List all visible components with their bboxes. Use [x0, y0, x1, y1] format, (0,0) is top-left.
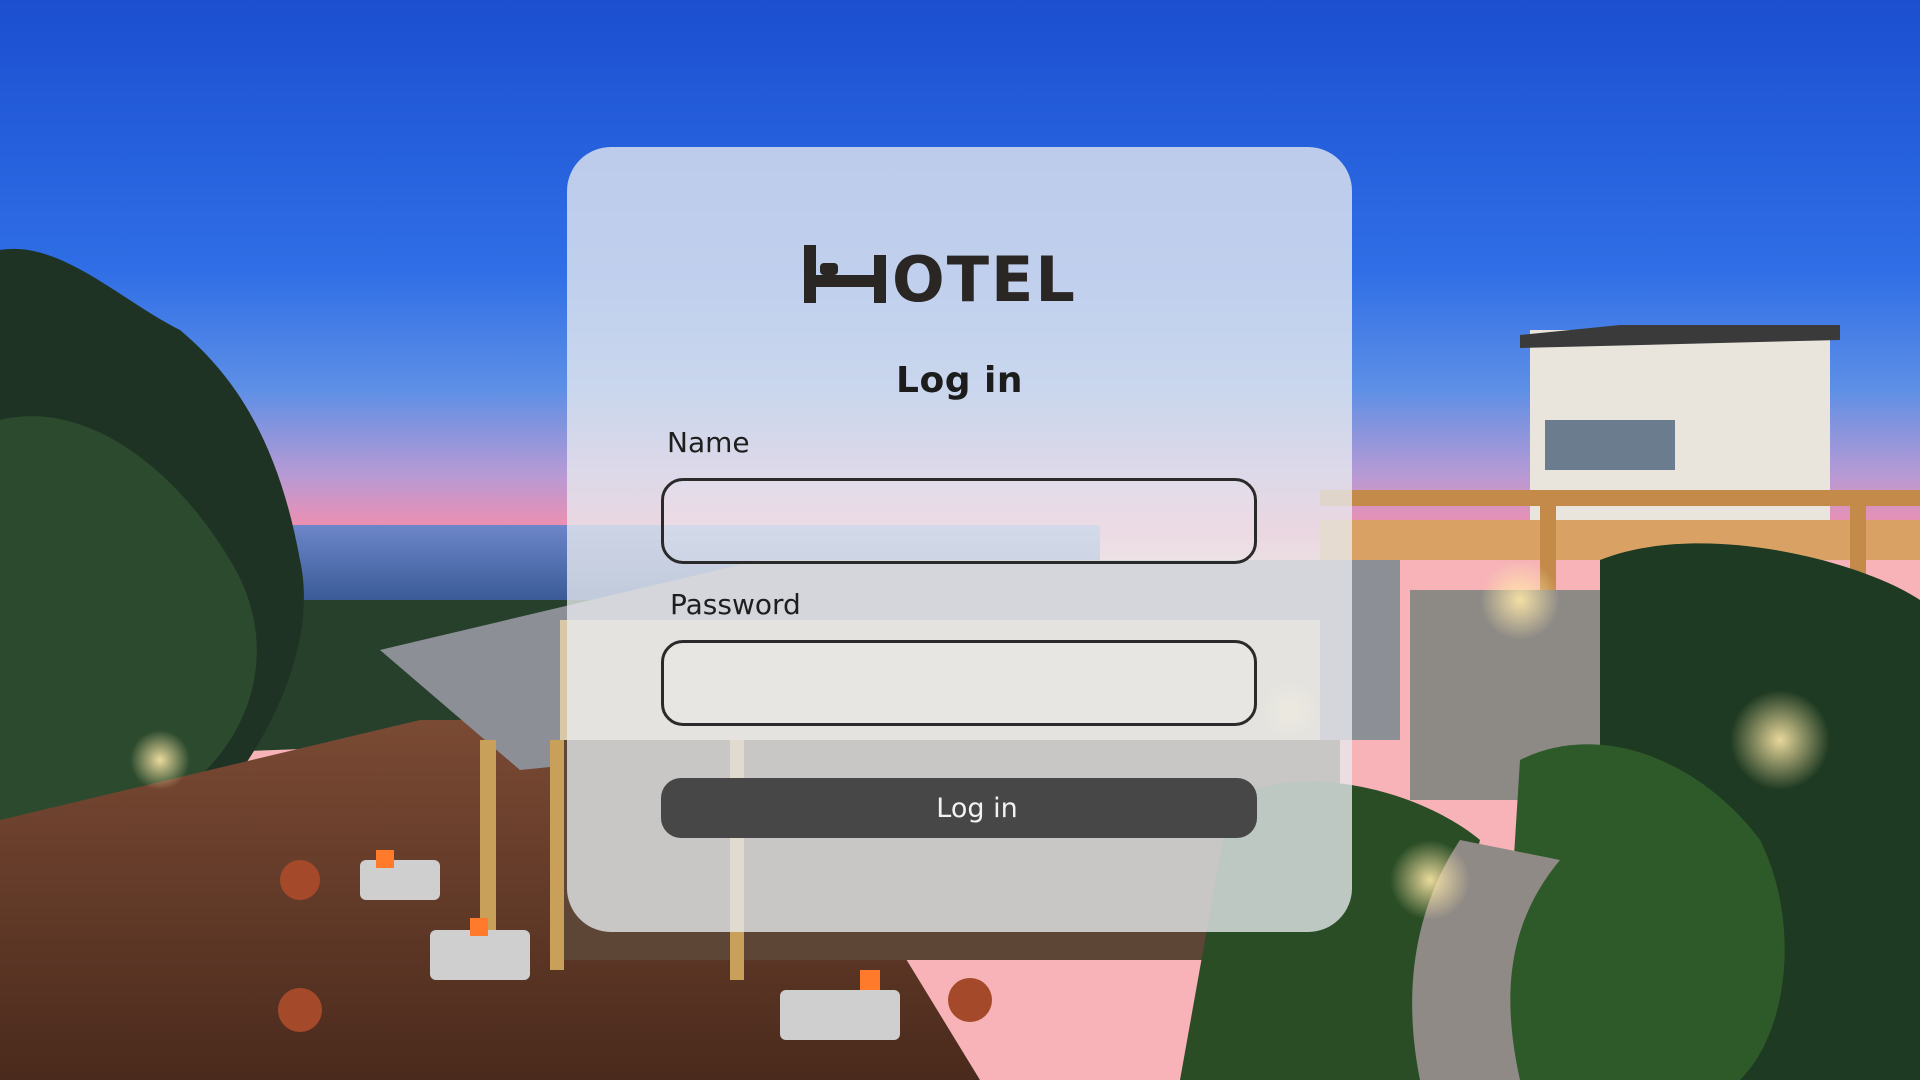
password-label: Password: [670, 588, 801, 621]
login-card: OTEL Log in Name Password Log in: [567, 147, 1352, 932]
login-heading: Log in: [896, 360, 1023, 401]
logo-text: OTEL: [892, 243, 1077, 307]
name-label: Name: [667, 426, 750, 459]
login-button[interactable]: Log in: [661, 778, 1257, 838]
hotel-logo: OTEL: [804, 237, 1114, 307]
bed-icon: OTEL: [804, 243, 1077, 307]
name-input[interactable]: [661, 478, 1257, 564]
password-input[interactable]: [661, 640, 1257, 726]
